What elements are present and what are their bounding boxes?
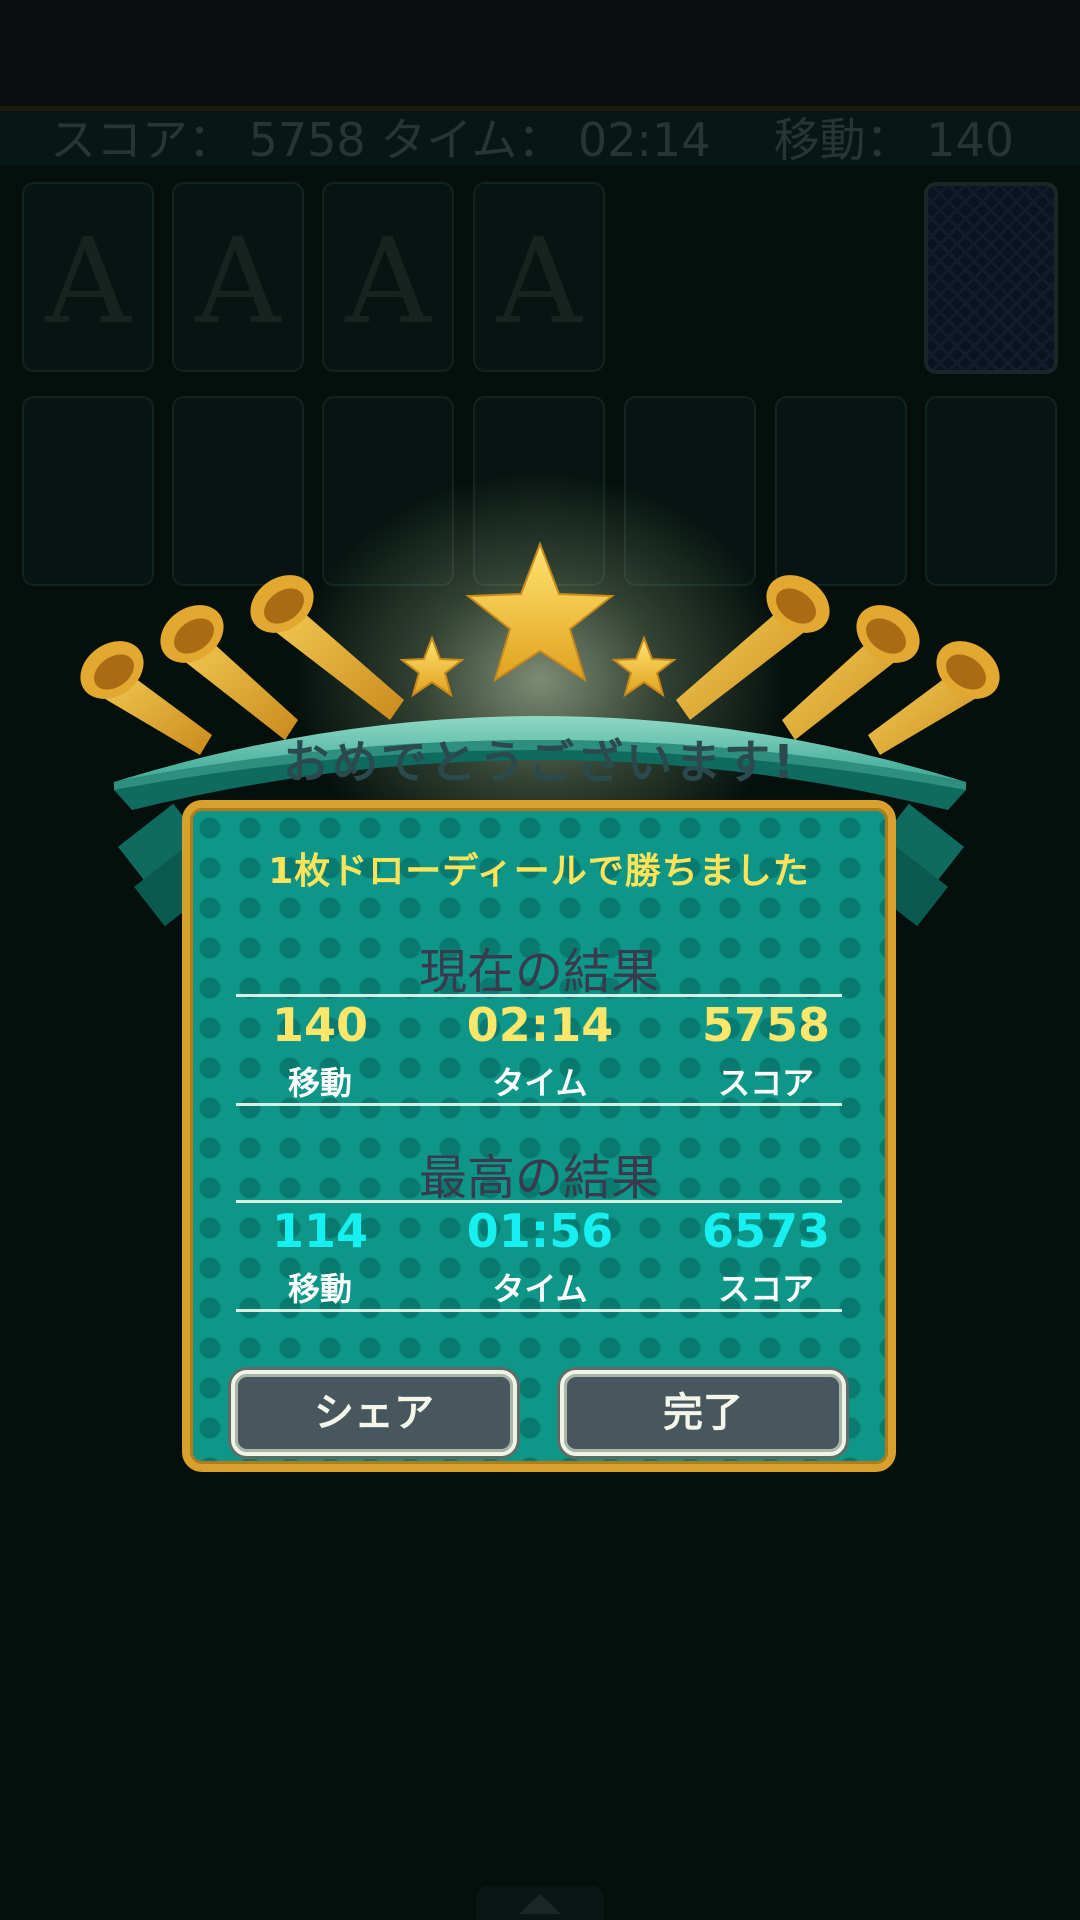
bottom-menu-toggle[interactable] [476,1886,604,1920]
foundation-ace-label: A [45,212,131,350]
current-time-value: 02:14 [466,998,614,1052]
star-icon [611,635,677,698]
foundation-ace-label: A [345,212,431,350]
foundation-slot[interactable]: A [22,182,154,372]
score-time-readout: スコア： 5758 タイム： 02:14 [50,113,711,167]
best-score-label: スコア [717,1270,814,1308]
divider [236,1103,842,1106]
stock-pile-card-back[interactable] [924,182,1058,374]
star-icon [399,635,465,698]
congratulations-title: おめでとうございます! [283,735,797,789]
foundation-slot[interactable]: A [322,182,454,372]
current-score-value: 5758 [701,998,831,1052]
current-result-title: 現在の結果 [418,944,659,1000]
best-time-label: タイム [492,1270,588,1308]
current-moves-label: 移動 [287,1064,352,1102]
best-time-value: 01:56 [466,1204,614,1258]
current-moves-value: 140 [271,998,369,1052]
foundation-ace-label: A [195,212,281,350]
share-button[interactable]: シェア [231,1370,517,1456]
divider [236,1309,842,1312]
best-result-title: 最高の結果 [418,1150,659,1206]
best-score-value: 6573 [701,1204,831,1258]
foundation-ace-label: A [496,212,582,350]
moves-readout: 移動： 140 [773,113,1014,167]
foundation-slot[interactable]: A [172,182,304,372]
current-time-label: タイム [492,1064,588,1102]
top-app-bar [0,0,1080,106]
win-subtitle: 1枚ドローディールで勝ちました [268,851,810,892]
star-icon [465,541,615,683]
chevron-up-icon [519,1894,561,1914]
best-moves-value: 114 [271,1204,369,1258]
current-score-label: スコア [717,1064,814,1102]
stars-decoration [399,541,677,698]
divider [236,1200,842,1203]
divider [236,994,842,997]
game-status-bar: スコア： 5758 タイム： 02:14 移動： 140 [0,111,1080,167]
done-button[interactable]: 完了 [560,1370,846,1456]
best-moves-label: 移動 [287,1270,352,1308]
foundation-slot[interactable]: A [473,182,605,372]
